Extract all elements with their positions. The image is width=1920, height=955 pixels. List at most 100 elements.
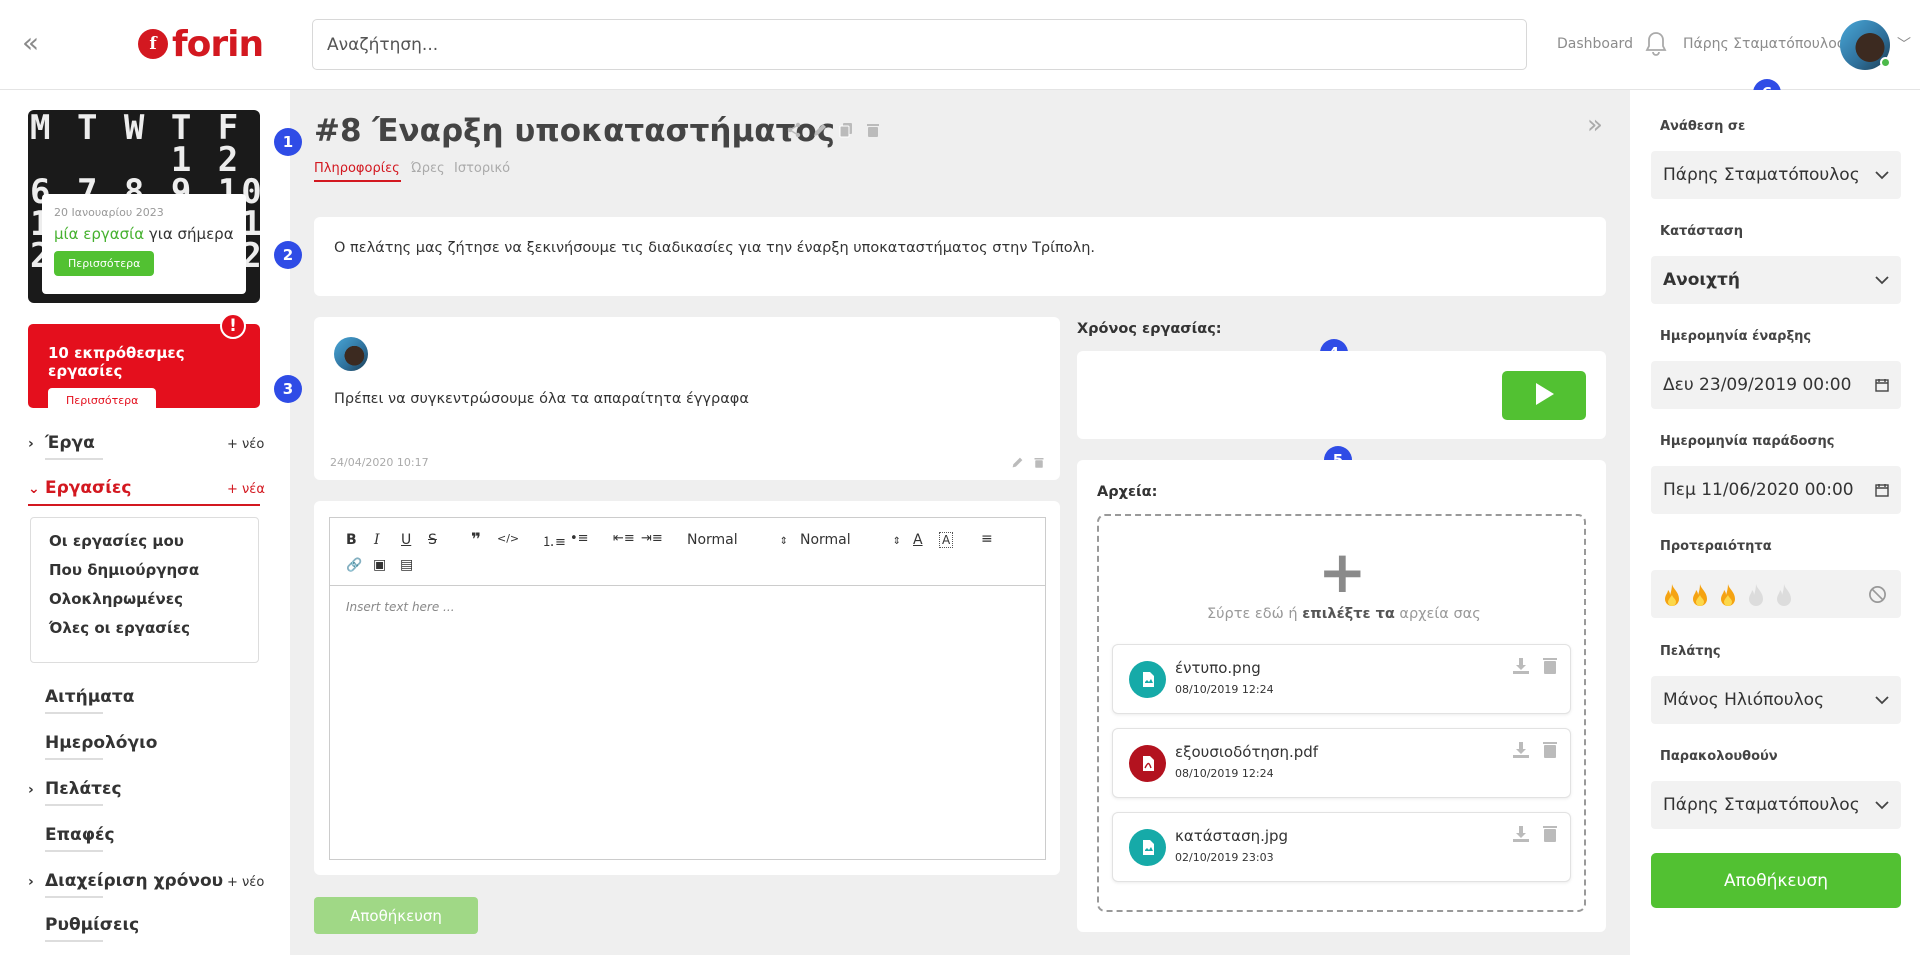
code-icon[interactable]: </> [497, 532, 519, 545]
dropzone-text[interactable]: Σύρτε εδώ ή επιλέξτε τα αρχεία σας [1207, 606, 1481, 622]
image-file-icon [1129, 661, 1166, 698]
work-time-label: Χρόνος εργασίας: [1077, 321, 1222, 337]
dashboard-link[interactable]: Dashboard [1557, 36, 1633, 52]
nav-time-management[interactable]: Διαχείριση χρόνου [45, 871, 223, 898]
nav-settings[interactable]: Ρυθμίσεις [45, 915, 139, 942]
ordered-list-icon[interactable]: ⒈≡ [542, 531, 566, 550]
file-item[interactable]: κατάσταση.jpg 02/10/2019 23:03 [1112, 812, 1571, 882]
outdent-icon[interactable]: ⇤≡ [613, 531, 635, 546]
nav-requests[interactable]: Αιτήματα [45, 687, 134, 714]
flame-icon-active[interactable] [1689, 583, 1711, 609]
trash-icon[interactable] [1542, 741, 1558, 759]
expand-panel-icon[interactable]: » [1587, 110, 1603, 140]
submenu-my-tasks[interactable]: Οι εργασίες μου [49, 530, 240, 559]
priority-rating[interactable] [1651, 570, 1901, 618]
plus-icon[interactable]: + [1318, 538, 1367, 606]
edit-comment-icon[interactable] [1011, 456, 1024, 469]
overdue-more-button[interactable]: Περισσότερα [48, 388, 157, 413]
new-project-link[interactable]: + νέο [227, 437, 264, 452]
chevron-right-icon[interactable]: › [28, 874, 34, 890]
today-tasks-rest: για σήμερα [144, 225, 234, 243]
file-name[interactable]: έντυπο.png [1175, 659, 1261, 677]
underline-icon[interactable]: U [401, 532, 411, 548]
choose-files-link[interactable]: επιλέξτε τα [1302, 606, 1395, 622]
tab-information[interactable]: Πληροφορίες [314, 161, 400, 176]
clear-priority-icon[interactable] [1868, 585, 1887, 604]
bell-icon[interactable] [1644, 30, 1668, 58]
user-avatar[interactable] [1840, 20, 1891, 70]
chevron-down-icon[interactable]: ﹀ [1897, 34, 1911, 54]
nav-contacts[interactable]: Επαφές [45, 825, 115, 852]
today-more-button[interactable]: Περισσότερα [54, 251, 155, 276]
nav-divider [45, 758, 103, 760]
dropzone-text-post: αρχεία σας [1394, 606, 1481, 622]
flame-icon-inactive[interactable] [1745, 583, 1767, 609]
due-date-input[interactable]: Πεμ 11/06/2020 00:00 [1651, 466, 1901, 514]
save-task-button[interactable]: Αποθήκευση [1651, 853, 1901, 908]
comment-text: Πρέπει να συγκεντρώσουμε όλα τα απαραίτη… [334, 391, 749, 407]
download-icon[interactable] [1512, 825, 1530, 843]
copy-icon[interactable] [838, 122, 854, 138]
font-select[interactable]: Normal ⇕ [687, 532, 788, 548]
followers-select[interactable]: Πάρης Σταματόπουλος [1651, 781, 1901, 829]
strikethrough-icon[interactable]: S [428, 532, 437, 548]
status-select[interactable]: Ανοιχτή [1651, 256, 1901, 304]
link-icon[interactable]: 🔗 [346, 558, 362, 573]
new-task-link[interactable]: + νέα [227, 482, 265, 497]
forin-logo[interactable]: f forin [138, 22, 264, 66]
tab-hours[interactable]: Ώρες [411, 161, 445, 176]
rich-text-editor[interactable]: B I U S ❞ </> ⒈≡ •≡ ⇤≡ ⇥≡ Normal ⇕ Normal… [329, 517, 1046, 860]
start-timer-button[interactable] [1502, 371, 1586, 420]
bold-icon[interactable]: B [346, 532, 357, 548]
align-icon[interactable]: ≡ [981, 531, 993, 547]
flame-icon-inactive[interactable] [1773, 583, 1795, 609]
followers-label: Παρακολουθούν [1660, 749, 1778, 764]
download-icon[interactable] [1512, 657, 1530, 675]
indent-icon[interactable]: ⇥≡ [641, 531, 663, 546]
flame-icon-active[interactable] [1717, 583, 1739, 609]
flame-icon-active[interactable] [1661, 583, 1683, 609]
today-tasks-count[interactable]: μία εργασία [54, 225, 144, 243]
search-input[interactable] [312, 19, 1527, 70]
chevron-down-icon[interactable]: ⌄ [28, 481, 40, 497]
bullet-list-icon[interactable]: •≡ [570, 531, 589, 546]
submenu-completed[interactable]: Ολοκληρωμένες [49, 588, 240, 617]
background-color-icon[interactable]: A [939, 532, 954, 548]
file-item[interactable]: έντυπο.png 08/10/2019 12:24 [1112, 644, 1571, 714]
chevron-right-icon[interactable]: › [28, 782, 34, 798]
download-icon[interactable] [1512, 741, 1530, 759]
file-name[interactable]: κατάσταση.jpg [1175, 827, 1288, 845]
collapse-sidebar-icon[interactable]: « [22, 29, 44, 57]
image-icon[interactable]: ▣ [373, 557, 386, 573]
font-select-value: Normal [687, 532, 738, 548]
text-color-icon[interactable]: A [913, 532, 923, 548]
size-select[interactable]: Normal ⇕ [800, 532, 901, 548]
delete-comment-icon[interactable] [1033, 456, 1045, 469]
trash-icon[interactable] [1542, 825, 1558, 843]
nav-projects[interactable]: Έργα [45, 433, 103, 460]
blockquote-icon[interactable]: ❞ [471, 530, 481, 550]
start-date-input[interactable]: Δευ 23/09/2019 00:00 [1651, 361, 1901, 409]
trash-icon[interactable] [1542, 657, 1558, 675]
edit-icon[interactable] [812, 122, 828, 138]
submenu-created-by-me[interactable]: Που δημιούργησα [49, 559, 240, 588]
trash-icon[interactable] [865, 122, 881, 138]
tab-history[interactable]: Ιστορικό [454, 161, 510, 176]
client-select[interactable]: Μάνος Ηλιόπουλος [1651, 676, 1901, 724]
nav-tasks[interactable]: Εργασίες [45, 478, 131, 498]
chevron-right-icon[interactable]: › [28, 436, 34, 452]
assign-select[interactable]: Πάρης Σταματόπουλος [1651, 151, 1901, 199]
nav-calendar[interactable]: Ημερολόγιο [45, 733, 157, 760]
submenu-all-tasks[interactable]: Όλες οι εργασίες [49, 617, 240, 646]
save-comment-button[interactable]: Αποθήκευση [314, 897, 478, 934]
file-item[interactable]: εξουσιοδότηση.pdf 08/10/2019 12:24 [1112, 728, 1571, 798]
nav-clients[interactable]: Πελάτες [45, 779, 122, 806]
video-icon[interactable]: ▤ [400, 557, 413, 573]
status-label: Κατάσταση [1660, 224, 1743, 239]
select-arrows-icon: ⇕ [892, 536, 902, 547]
user-name[interactable]: Πάρης Σταματόπουλος [1683, 36, 1845, 52]
file-name[interactable]: εξουσιοδότηση.pdf [1175, 743, 1318, 761]
share-icon[interactable] [786, 122, 802, 138]
new-time-entry-link[interactable]: + νέο [227, 875, 264, 890]
italic-icon[interactable]: I [374, 532, 380, 548]
